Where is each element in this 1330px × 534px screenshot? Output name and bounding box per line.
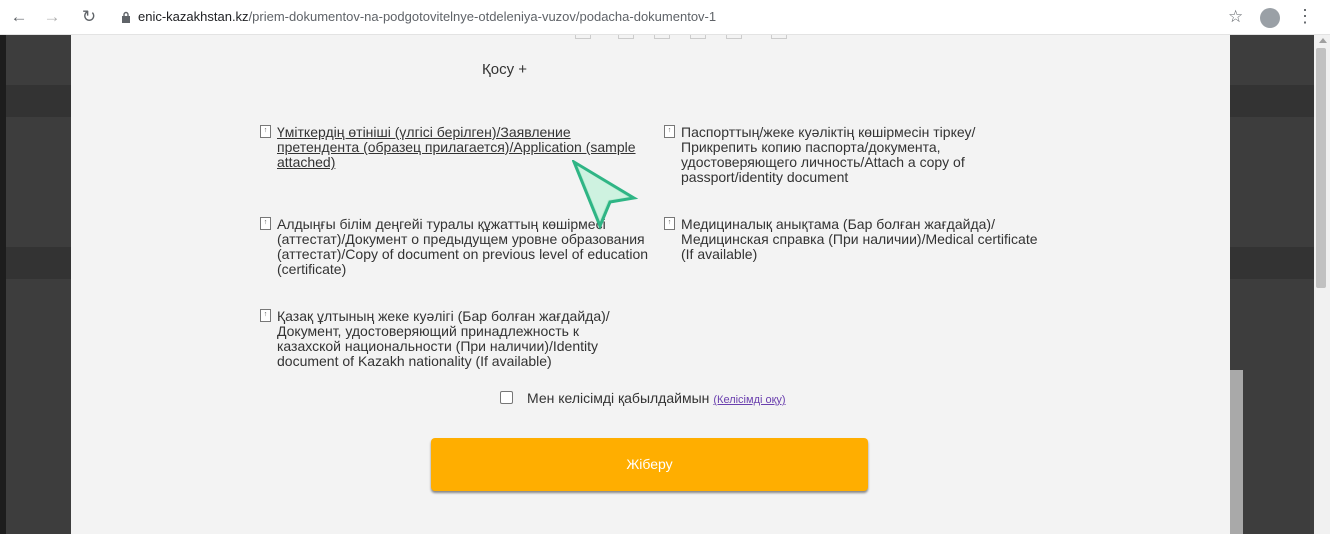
partial-field — [726, 35, 742, 39]
bookmark-star-icon[interactable]: ☆ — [1228, 7, 1243, 27]
inner-scrollbar[interactable] — [1230, 370, 1243, 534]
more-menu-icon[interactable]: ⋮ — [1296, 6, 1314, 27]
upload-item-label: Медициналық анықтама (Бар болған жағдайд… — [681, 216, 1038, 262]
agreement-checkbox[interactable] — [500, 391, 513, 404]
scrollbar-thumb[interactable] — [1316, 48, 1326, 288]
scroll-up-arrow-icon[interactable] — [1319, 38, 1327, 43]
url-domain: enic-kazakhstan.kz — [138, 9, 249, 24]
partial-field — [618, 35, 634, 39]
file-upload-icon: ↑ — [664, 217, 675, 230]
upload-item-medical[interactable]: ↑ Медициналық анықтама (Бар болған жағда… — [664, 217, 1044, 262]
file-upload-icon: ↑ — [260, 125, 271, 138]
file-upload-icon: ↑ — [260, 217, 271, 230]
url-path: /priem-dokumentov-na-podgotovitelnye-otd… — [248, 9, 717, 24]
forward-arrow-icon[interactable]: → — [42, 7, 62, 27]
partial-field — [771, 35, 787, 39]
upload-item-nationality[interactable]: ↑ Қазақ ұлтының жеке куәлігі (Бар болған… — [260, 309, 630, 369]
file-upload-icon: ↑ — [260, 309, 271, 322]
mouse-cursor-icon — [572, 160, 639, 230]
upload-item-label: Қазақ ұлтының жеке куәлігі (Бар болған ж… — [277, 308, 610, 369]
read-agreement-link[interactable]: (Келісімді оқу) — [713, 394, 785, 406]
partial-field — [690, 35, 706, 39]
profile-avatar[interactable] — [1260, 8, 1280, 28]
reload-icon[interactable]: ↻ — [79, 7, 99, 27]
add-button[interactable]: Қосу + — [482, 61, 527, 78]
submit-button[interactable]: Жіберу — [431, 438, 868, 491]
lock-icon — [122, 11, 130, 23]
file-upload-icon: ↑ — [664, 125, 675, 138]
partial-field — [575, 35, 591, 39]
partial-field — [654, 35, 670, 39]
agreement-row: Мен келісімді қабылдаймын (Келісімді оқу) — [500, 390, 786, 406]
upload-item-passport[interactable]: ↑ Паспорттың/жеке куәліктің көшірмесін т… — [664, 125, 1044, 185]
browser-toolbar: ← → ↻ enic-kazakhstan.kz/priem-dokumento… — [0, 0, 1330, 35]
address-bar[interactable]: enic-kazakhstan.kz/priem-dokumentov-na-p… — [138, 9, 716, 24]
left-edge — [0, 35, 6, 534]
agreement-label: Мен келісімді қабылдаймын — [527, 390, 710, 406]
upload-item-label: Паспорттың/жеке куәліктің көшірмесін тір… — [681, 124, 976, 185]
back-arrow-icon[interactable]: ← — [9, 7, 29, 27]
